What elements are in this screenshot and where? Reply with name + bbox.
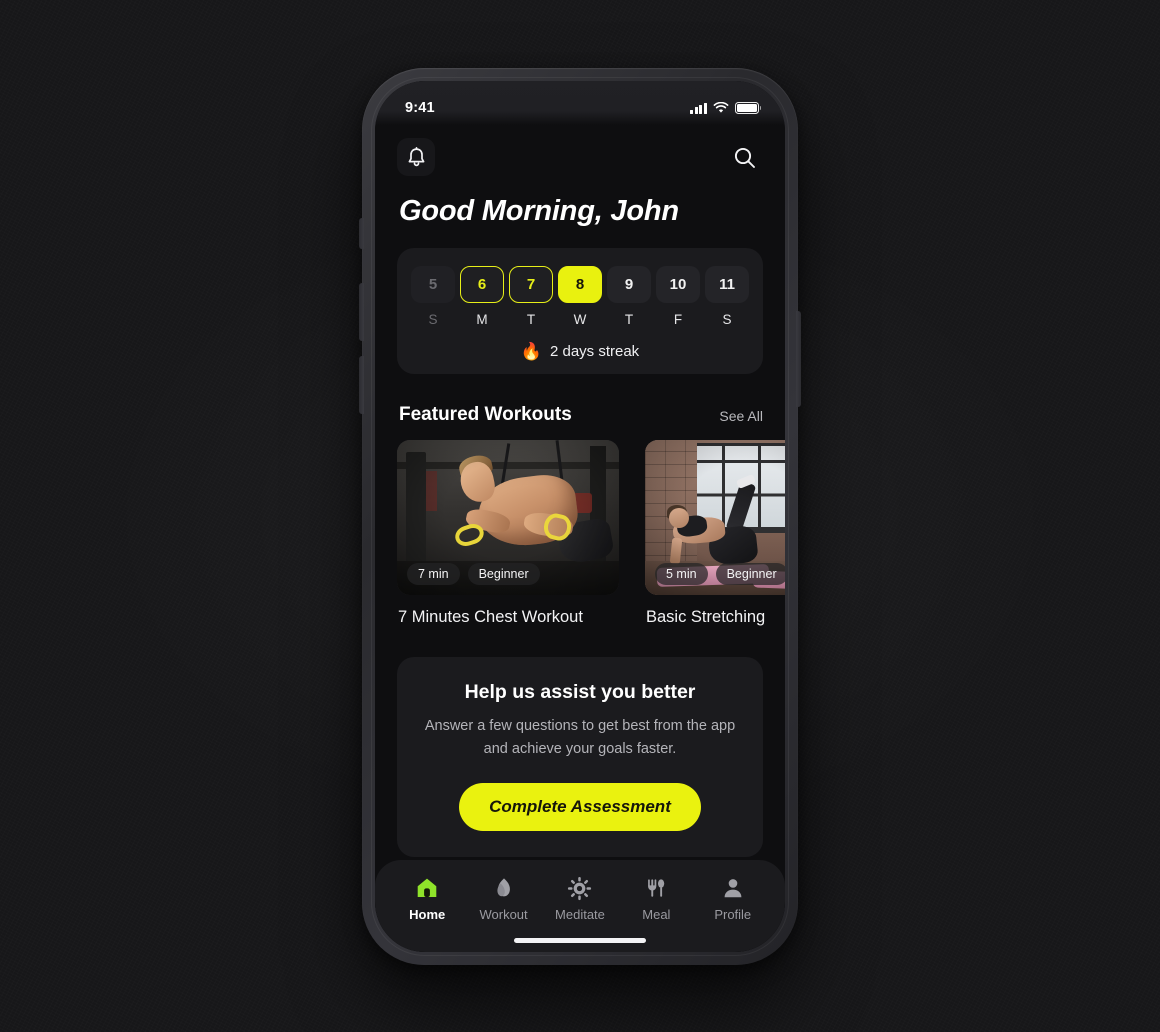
streak-row: 🔥 2 days streak xyxy=(411,343,749,360)
scroll-content[interactable]: Good Morning, John 5 S 6 M 7 T 8 W 9 T 1… xyxy=(375,125,785,860)
featured-section-header: Featured Workouts See All xyxy=(399,404,763,426)
calendar-day-number: 7 xyxy=(509,266,553,303)
person-icon xyxy=(698,874,768,902)
assessment-subtitle: Answer a few questions to get best from … xyxy=(424,718,736,758)
assessment-card: Help us assist you better Answer a few q… xyxy=(397,657,763,857)
workout-title: Basic Stretching xyxy=(646,608,766,626)
calendar-day-number: 6 xyxy=(460,266,504,303)
calendar-day-label: W xyxy=(573,312,587,327)
bell-icon xyxy=(408,146,424,166)
calendar-day-label: M xyxy=(476,312,488,327)
tab-label: Profile xyxy=(714,907,752,922)
home-indicator[interactable] xyxy=(514,938,646,943)
calendar-day-5[interactable]: 5 S xyxy=(411,266,455,327)
calendar-day-label: S xyxy=(428,312,438,327)
featured-workouts-list: 7 min Beginner 7 Minutes Chest Workout 5… xyxy=(397,440,785,627)
calendar-day-7[interactable]: 7 T xyxy=(509,266,553,327)
calendar-day-label: S xyxy=(722,312,732,327)
workout-title: 7 Minutes Chest Workout xyxy=(398,608,583,626)
status-bar-time: 9:41 xyxy=(405,100,435,116)
workout-tags: 5 min Beginner xyxy=(655,563,785,585)
level-tag: Beginner xyxy=(715,563,785,585)
tab-label: Home xyxy=(409,907,446,922)
status-bar-indicators xyxy=(689,102,762,114)
tab-profile[interactable]: Profile xyxy=(698,874,768,922)
tab-home[interactable]: Home xyxy=(392,874,462,922)
volume-down-button[interactable] xyxy=(359,356,364,414)
wifi-icon xyxy=(713,102,729,113)
workout-tags: 7 min Beginner xyxy=(407,563,540,585)
calendar-day-number: 9 xyxy=(607,266,651,303)
calendar-day-number: 10 xyxy=(656,266,700,303)
tab-label: Workout xyxy=(479,907,528,922)
workout-thumbnail: 5 min Beginner xyxy=(645,440,785,595)
calendar-day-number: 8 xyxy=(558,266,602,303)
calendar-day-11[interactable]: 11 S xyxy=(705,266,749,327)
tab-workout[interactable]: Workout xyxy=(469,874,539,922)
tab-meal[interactable]: Meal xyxy=(621,874,691,922)
calendar-day-label: T xyxy=(526,312,536,327)
calendar-day-number: 5 xyxy=(411,266,455,303)
app-root: Good Morning, John 5 S 6 M 7 T 8 W 9 T 1… xyxy=(375,81,785,952)
volume-up-button[interactable] xyxy=(359,283,364,341)
workout-card-chest[interactable]: 7 min Beginner 7 Minutes Chest Workout xyxy=(397,440,619,627)
calendar-day-8-today[interactable]: 8 W xyxy=(558,266,602,327)
search-button[interactable] xyxy=(725,138,763,176)
complete-assessment-button[interactable]: Complete Assessment xyxy=(459,782,701,831)
notification-button[interactable] xyxy=(397,138,435,176)
weekly-calendar-card: 5 S 6 M 7 T 8 W 9 T 10 F 11 S 🔥 2 days s… xyxy=(397,248,763,374)
power-button[interactable] xyxy=(796,311,801,407)
calendar-day-strip: 5 S 6 M 7 T 8 W 9 T 10 F 11 S xyxy=(411,266,749,327)
flame-emoji-icon: 🔥 xyxy=(520,342,542,361)
home-icon xyxy=(392,874,462,902)
app-header xyxy=(397,129,763,185)
calendar-day-label: T xyxy=(624,312,634,327)
tab-label: Meditate xyxy=(555,907,605,922)
silent-switch[interactable] xyxy=(359,218,364,249)
streak-label: 2 days streak xyxy=(549,343,640,360)
status-bar: 9:41 xyxy=(375,81,785,125)
duration-tag: 7 min xyxy=(407,563,460,585)
duration-tag: 5 min xyxy=(655,563,708,585)
cutlery-icon xyxy=(621,874,691,902)
search-icon xyxy=(734,147,755,168)
workout-card-stretching[interactable]: 5 min Beginner Basic Stretching xyxy=(645,440,785,627)
tab-label: Meal xyxy=(642,907,671,922)
page-title: Good Morning, John xyxy=(399,195,679,227)
calendar-day-10[interactable]: 10 F xyxy=(656,266,700,327)
battery-full-icon xyxy=(735,102,762,114)
calendar-day-6[interactable]: 6 M xyxy=(460,266,504,327)
assessment-title: Help us assist you better xyxy=(464,681,696,703)
phone-screen: 9:41 Good Morning, John 5 S 6 M 7 T 8 W … xyxy=(375,81,785,952)
calendar-day-9[interactable]: 9 T xyxy=(607,266,651,327)
tab-meditate[interactable]: Meditate xyxy=(545,874,615,922)
calendar-day-label: F xyxy=(673,312,683,327)
see-all-link[interactable]: See All xyxy=(719,408,763,424)
flame-icon xyxy=(469,874,539,902)
lotus-gear-icon xyxy=(545,874,615,902)
phone-device-frame: 9:41 Good Morning, John 5 S 6 M 7 T 8 W … xyxy=(359,68,801,965)
cellular-bars-icon xyxy=(689,102,707,114)
section-title: Featured Workouts xyxy=(399,404,572,425)
workout-thumbnail: 7 min Beginner xyxy=(397,440,619,595)
calendar-day-number: 11 xyxy=(705,266,749,303)
level-tag: Beginner xyxy=(467,563,540,585)
